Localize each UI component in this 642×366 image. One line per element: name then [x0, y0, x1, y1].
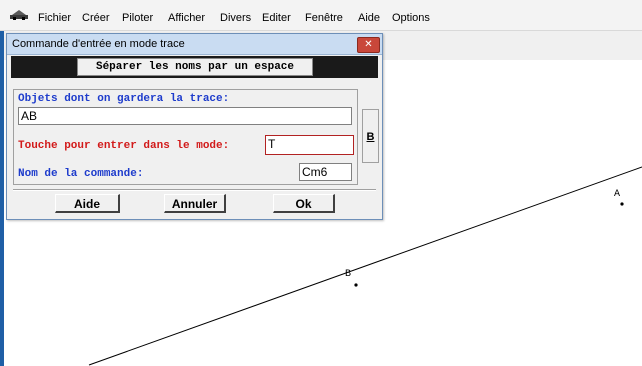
menu-bar: Fichier Créer Piloter Afficher Divers Ed…: [0, 0, 642, 31]
ok-button[interactable]: Ok: [273, 194, 335, 213]
command-name-input[interactable]: Cm6: [299, 163, 352, 181]
menu-fichier[interactable]: Fichier: [38, 12, 71, 24]
dialog-title-bar[interactable]: Commande d'entrée en mode trace ✕: [7, 34, 382, 55]
app-logo-icon[interactable]: [10, 10, 28, 20]
trace-mode-dialog: Commande d'entrée en mode trace ✕ Sépare…: [6, 33, 383, 220]
menu-fenetre[interactable]: Fenêtre: [305, 12, 343, 24]
instruction-band: Séparer les noms par un espace: [11, 56, 378, 78]
menu-piloter[interactable]: Piloter: [122, 12, 153, 24]
dialog-title: Commande d'entrée en mode trace: [12, 38, 185, 50]
objects-input[interactable]: AB: [18, 107, 352, 125]
button-separator: [13, 189, 376, 191]
menu-options[interactable]: Options: [392, 12, 430, 24]
window-left-border: [0, 31, 4, 366]
command-label: Nom de la commande:: [18, 168, 144, 180]
menu-afficher[interactable]: Afficher: [168, 12, 205, 24]
objects-label: Objets dont on gardera la trace:: [18, 93, 230, 105]
menu-aide[interactable]: Aide: [358, 12, 380, 24]
key-input[interactable]: T: [265, 135, 354, 155]
instruction-text: Séparer les noms par un espace: [77, 58, 313, 76]
point-b-label: B: [345, 269, 352, 280]
point-b-marker[interactable]: [354, 283, 358, 287]
menu-creer[interactable]: Créer: [82, 12, 110, 24]
close-button[interactable]: ✕: [357, 37, 380, 53]
menu-editer[interactable]: Editer: [262, 12, 291, 24]
side-b-button[interactable]: B: [362, 109, 379, 163]
help-button[interactable]: Aide: [55, 194, 120, 213]
cancel-button[interactable]: Annuler: [164, 194, 226, 213]
key-label: Touche pour entrer dans le mode:: [18, 140, 230, 152]
point-a-marker[interactable]: [620, 202, 624, 206]
point-a-label: A: [614, 189, 621, 200]
menu-divers[interactable]: Divers: [220, 12, 251, 24]
